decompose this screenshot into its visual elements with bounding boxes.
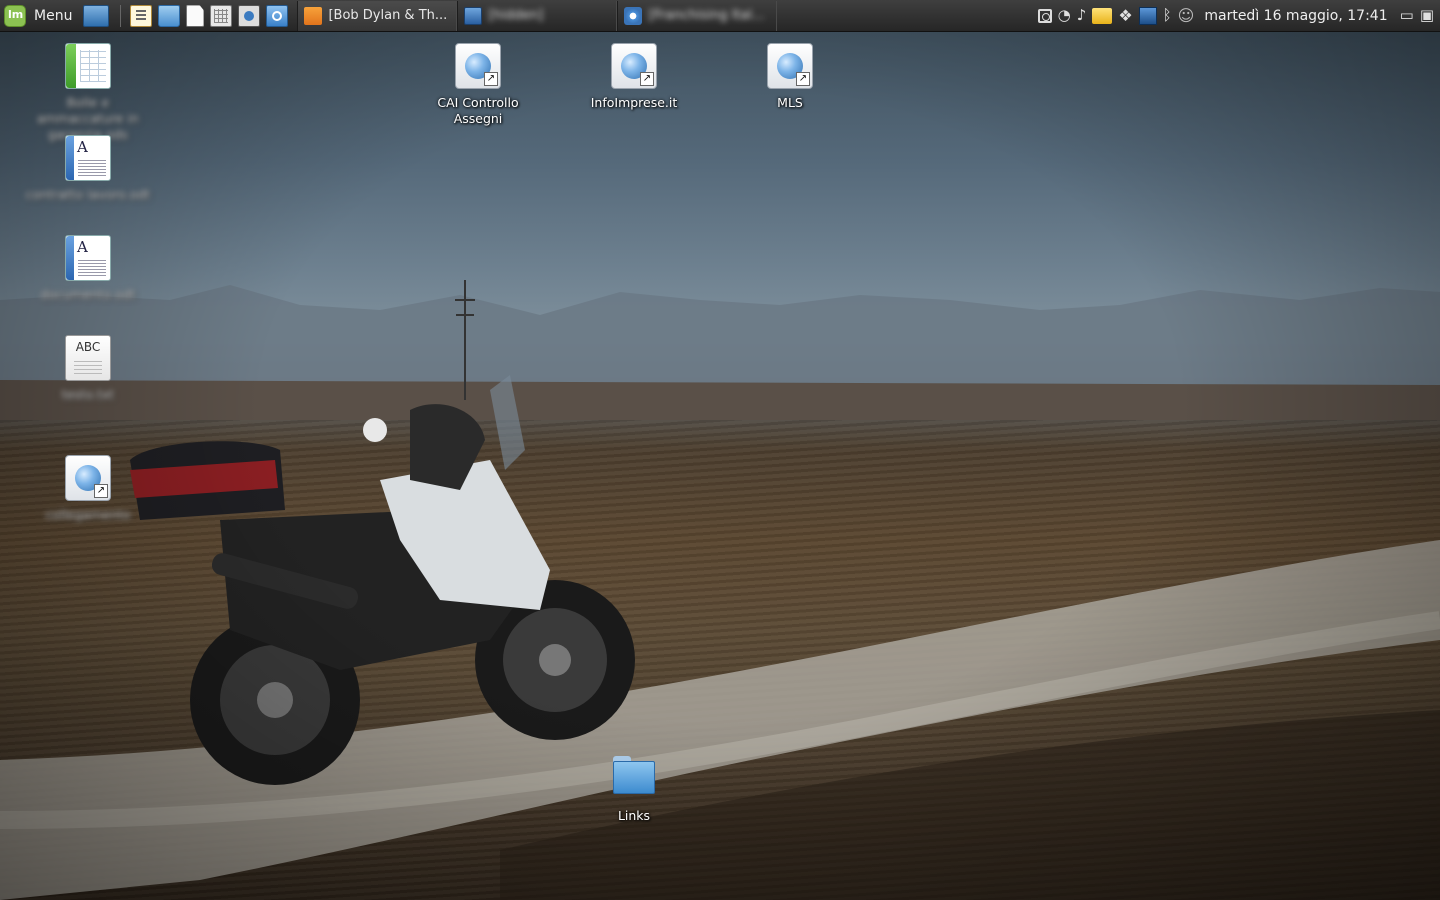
window-icon (464, 6, 483, 25)
shortcut-arrow-icon: ↗ (94, 484, 108, 498)
shortcut-arrow-icon: ↗ (640, 72, 654, 86)
shutdown-icon[interactable]: ▣ (1420, 8, 1434, 23)
text-document-icon: A (65, 235, 111, 281)
desktop-icon-abc[interactable]: ABC testo.txt (23, 335, 153, 403)
text-document-icon: A (65, 135, 111, 181)
task-franchising[interactable]: [Franchising Ital... (617, 0, 778, 31)
task-label: [Bob Dylan & Th... (328, 8, 448, 23)
dropbox-icon[interactable]: ❖ (1118, 7, 1132, 24)
system-tray: ◔ ♪ ❖ ᛒ ☺ martedì 16 maggio, 17:41 ▭ ▣ (1037, 0, 1440, 32)
desktop-icon-label: Links (617, 808, 651, 823)
task-bob-dylan[interactable]: [Bob Dylan & Th... (297, 0, 458, 31)
menu-button[interactable]: Menu (0, 0, 80, 32)
desktop-icon-spreadsheet[interactable]: Bolle e ammaccature in garanzia.ods (23, 43, 153, 143)
shortcut-arrow-icon: ↗ (484, 72, 498, 86)
desktop-icon-web-blurred[interactable]: ↗ collegamento (23, 455, 153, 523)
panel-separator (120, 4, 122, 27)
web-link-icon: ↗ (455, 43, 501, 89)
show-desktop-icon[interactable] (83, 4, 110, 27)
plain-text-icon: ABC (65, 335, 111, 381)
wallpaper-vignette (0, 0, 1440, 900)
network-icon[interactable] (1138, 6, 1157, 25)
bluetooth-icon[interactable]: ᛒ (1163, 8, 1172, 23)
calculator-icon[interactable] (210, 4, 233, 27)
screenshot-icon[interactable] (238, 4, 261, 27)
shortcut-arrow-icon: ↗ (796, 72, 810, 86)
web-link-icon: ↗ (611, 43, 657, 89)
desktop-icon-label: testo.txt (61, 387, 115, 402)
desktop-icon-label: documento.odt (40, 287, 136, 302)
music-note-icon[interactable]: ♪ (1077, 8, 1087, 23)
document-icon[interactable] (186, 4, 205, 27)
desktop-icon-infoimprese[interactable]: ↗ InfoImprese.it (569, 43, 699, 111)
folder-icon (611, 756, 657, 802)
desktop-icon-label: MLS (777, 95, 803, 110)
user-icon[interactable]: ☺ (1178, 6, 1195, 25)
spreadsheet-icon (65, 43, 111, 89)
task-label: [hidden] (488, 8, 544, 23)
browser-icon[interactable] (266, 4, 289, 27)
desktop-icon-label: contratto lavoro.odt (25, 187, 151, 202)
desktop-icon-label: CAI Controllo Assegni (437, 95, 519, 126)
display-icon[interactable]: ▭ (1400, 8, 1414, 23)
desktop-icon-cai[interactable]: ↗ CAI Controllo Assegni (413, 43, 543, 127)
web-link-icon: ↗ (767, 43, 813, 89)
task-label: [Franchising Ital... (648, 8, 765, 23)
task-hidden[interactable]: [hidden] (457, 0, 618, 31)
menu-label: Menu (34, 7, 73, 24)
clock[interactable]: martedì 16 maggio, 17:41 (1204, 8, 1387, 24)
desktop-icon-label: collegamento (45, 507, 131, 522)
window-list: [Bob Dylan & Th... [hidden] [Franchising… (297, 0, 778, 32)
chromium-icon (624, 6, 643, 25)
text-editor-icon[interactable] (130, 4, 153, 27)
web-link-icon: ↗ (65, 455, 111, 501)
desktop-icon-text-1[interactable]: A contratto lavoro.odt (23, 135, 153, 203)
desktop-icon-label: InfoImprese.it (590, 95, 678, 110)
desktop-wallpaper (0, 0, 1440, 900)
top-panel: Menu [Bob Dylan & Th... [hidden] [Franch… (0, 0, 1440, 32)
mail-icon[interactable] (1092, 7, 1113, 24)
desktop-icon-links[interactable]: Links (569, 756, 699, 824)
files-icon[interactable] (158, 4, 181, 27)
wifi-icon[interactable]: ◔ (1058, 8, 1071, 23)
linux-mint-logo-icon (4, 4, 26, 27)
desktop-icon-text-2[interactable]: A documento.odt (23, 235, 153, 303)
desktop-icon-mls[interactable]: ↗ MLS (725, 43, 855, 111)
screenshot-tray-icon[interactable] (1037, 8, 1052, 23)
rss-icon (304, 6, 323, 25)
